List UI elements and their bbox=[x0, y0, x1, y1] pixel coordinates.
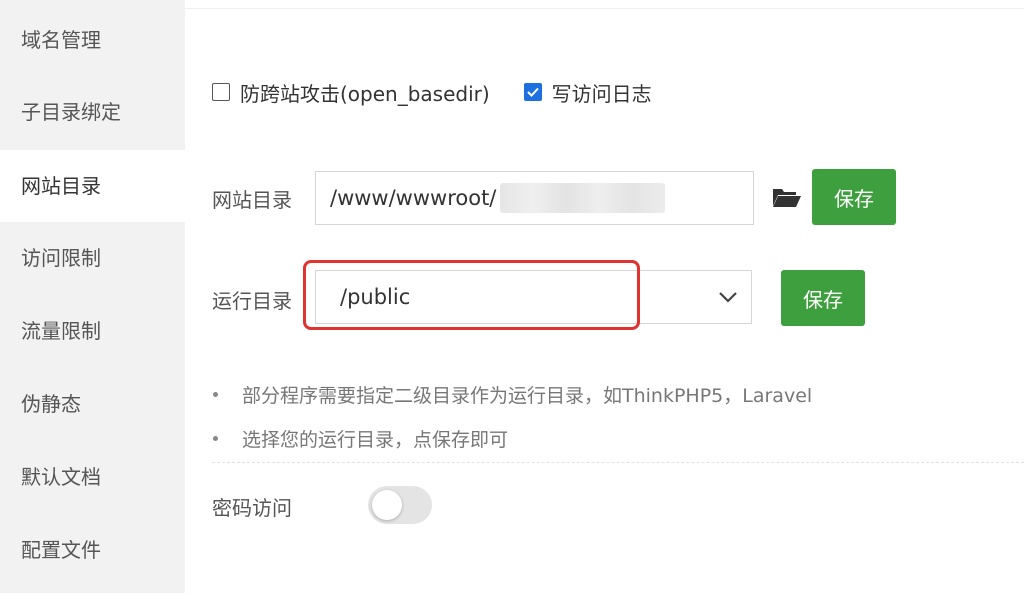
site-dir-value: /www/wwwroot/ bbox=[330, 186, 497, 210]
sidebar-item-traffic-limit[interactable]: 流量限制 bbox=[0, 295, 185, 367]
sidebar-item-default-doc[interactable]: 默认文档 bbox=[0, 441, 185, 513]
anti-xss-checkbox[interactable] bbox=[212, 83, 230, 101]
sidebar-item-config-file[interactable]: 配置文件 bbox=[0, 514, 185, 586]
check-icon bbox=[526, 87, 539, 97]
folder-open-icon[interactable] bbox=[772, 186, 802, 208]
site-dir-input[interactable]: /www/wwwroot/ bbox=[315, 171, 754, 225]
password-access-label: 密码访问 bbox=[212, 496, 292, 520]
options-row: 防跨站攻击(open_basedir) 写访问日志 bbox=[212, 78, 652, 106]
run-dir-value: /public bbox=[340, 285, 411, 309]
sidebar-item-domain[interactable]: 域名管理 bbox=[0, 4, 185, 76]
site-dir-save-button[interactable]: 保存 bbox=[812, 169, 896, 225]
chevron-down-icon bbox=[719, 292, 737, 303]
tips-list: 部分程序需要指定二级目录作为运行目录，如ThinkPHP5，Laravel 选择… bbox=[213, 378, 812, 466]
main-content: 防跨站攻击(open_basedir) 写访问日志 网站目录 /www/wwwr… bbox=[185, 0, 1024, 593]
section-divider bbox=[212, 462, 1024, 463]
sidebar-item-subdir-binding[interactable]: 子目录绑定 bbox=[0, 76, 185, 148]
sidebar: 域名管理 子目录绑定 网站目录 访问限制 流量限制 伪静态 默认文档 配置文件 bbox=[0, 0, 185, 593]
run-dir-save-button[interactable]: 保存 bbox=[781, 270, 865, 326]
tip-text: 部分程序需要指定二级目录作为运行目录，如ThinkPHP5，Laravel bbox=[242, 384, 813, 407]
top-divider bbox=[185, 0, 1024, 9]
sidebar-item-access-limit[interactable]: 访问限制 bbox=[0, 222, 185, 294]
password-access-toggle[interactable] bbox=[368, 486, 432, 524]
toggle-knob bbox=[372, 490, 402, 520]
tip-item: 部分程序需要指定二级目录作为运行目录，如ThinkPHP5，Laravel bbox=[213, 378, 812, 410]
access-log-option[interactable]: 写访问日志 bbox=[523, 78, 652, 107]
sidebar-item-rewrite[interactable]: 伪静态 bbox=[0, 368, 185, 440]
bullet-icon bbox=[213, 391, 218, 397]
anti-xss-label: 防跨站攻击(open_basedir) bbox=[240, 81, 490, 106]
site-dir-label: 网站目录 bbox=[212, 188, 292, 212]
access-log-label: 写访问日志 bbox=[551, 81, 652, 106]
access-log-checkbox[interactable] bbox=[523, 83, 542, 101]
bullet-icon bbox=[213, 435, 218, 441]
run-dir-label: 运行目录 bbox=[212, 289, 292, 313]
tip-item: 选择您的运行目录，点保存即可 bbox=[213, 422, 812, 454]
redacted-path bbox=[500, 183, 666, 213]
run-dir-select[interactable]: /public bbox=[315, 270, 752, 324]
anti-xss-option[interactable]: 防跨站攻击(open_basedir) bbox=[212, 78, 490, 107]
site-settings-panel: 域名管理 子目录绑定 网站目录 访问限制 流量限制 伪静态 默认文档 配置文件 … bbox=[0, 0, 1024, 593]
tip-text: 选择您的运行目录，点保存即可 bbox=[242, 428, 509, 451]
sidebar-item-site-directory[interactable]: 网站目录 bbox=[0, 150, 185, 222]
